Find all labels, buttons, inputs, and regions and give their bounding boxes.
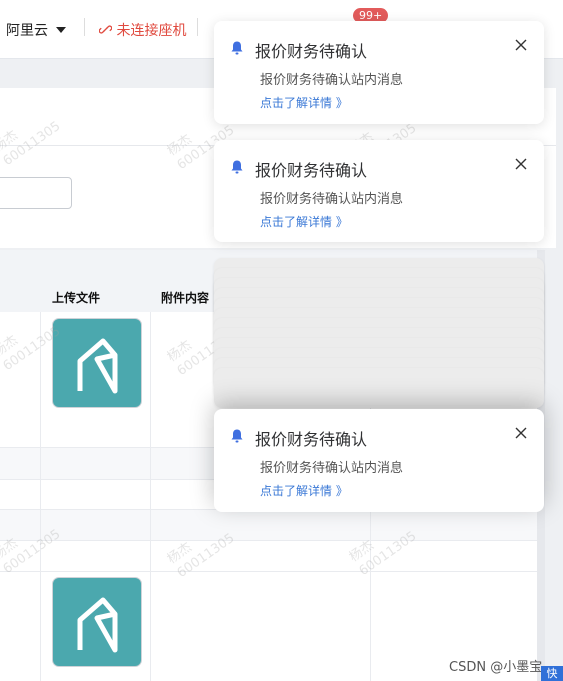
house-file-icon (77, 597, 118, 653)
bell-icon (231, 160, 243, 174)
filter-input[interactable] (0, 177, 72, 209)
notification-details-link[interactable]: 点击了解详情 》 (260, 213, 348, 230)
row-divider (0, 540, 537, 541)
stacked-notification (214, 368, 544, 408)
notification-details-link[interactable]: 点击了解详情 》 (260, 482, 348, 499)
notification-title: 报价财务待确认 (255, 430, 368, 449)
file-thumbnail[interactable] (52, 577, 142, 667)
notification-message: 报价财务待确认站内消息 (260, 461, 404, 476)
row-divider (0, 571, 537, 572)
notification-message: 报价财务待确认站内消息 (260, 73, 404, 88)
csdn-credit: CSDN @小墨宝 (449, 660, 543, 675)
notification-card[interactable]: 报价财务待确认 报价财务待确认站内消息 点击了解详情 》 (214, 21, 544, 124)
caret-down-icon (56, 27, 66, 33)
notification-card[interactable]: 报价财务待确认 报价财务待确认站内消息 点击了解详情 》 (214, 409, 544, 512)
table-row[interactable] (0, 509, 537, 540)
phone-status[interactable]: 未连接座机 (98, 20, 187, 40)
notification-title: 报价财务待确认 (255, 42, 368, 61)
phone-status-label: 未连接座机 (116, 23, 187, 39)
notification-title: 报价财务待确认 (255, 161, 368, 180)
close-icon[interactable] (514, 426, 528, 440)
column-header-upload-file[interactable]: 上传文件 (52, 289, 100, 306)
link-broken-icon (98, 25, 113, 34)
close-icon[interactable] (514, 38, 528, 52)
cloud-provider-label: 阿里云 (6, 23, 48, 39)
column-divider (40, 312, 41, 681)
house-file-icon (77, 338, 118, 394)
stacked-notifications[interactable] (214, 258, 544, 408)
divider (84, 18, 85, 36)
bell-icon (231, 429, 243, 443)
divider (197, 18, 198, 36)
column-header-attachment[interactable]: 附件内容 (161, 289, 209, 306)
quick-button[interactable]: 快 (541, 666, 563, 681)
notification-message: 报价财务待确认站内消息 (260, 192, 404, 207)
file-thumbnail[interactable] (52, 318, 142, 408)
column-divider (150, 312, 151, 681)
cloud-provider-dropdown[interactable]: 阿里云 (6, 20, 66, 40)
notification-card[interactable]: 报价财务待确认 报价财务待确认站内消息 点击了解详情 》 (214, 140, 544, 242)
close-icon[interactable] (514, 157, 528, 171)
bell-icon (231, 41, 243, 55)
notification-details-link[interactable]: 点击了解详情 》 (260, 94, 348, 111)
